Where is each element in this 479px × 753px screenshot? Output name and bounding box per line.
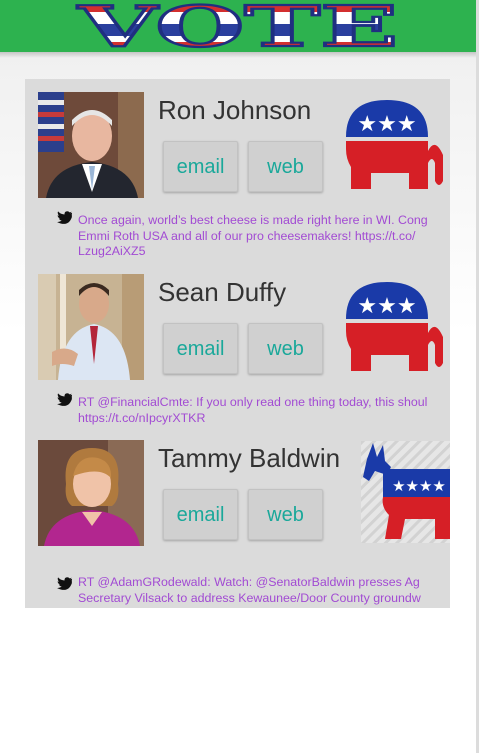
- app-bar: VOTE VOTE: [0, 0, 476, 58]
- rep-card-ron-johnson[interactable]: Ron Johnson email web ★★★ Once again, wo…: [25, 79, 450, 262]
- rep-name: Sean Duffy: [158, 277, 287, 307]
- latest-tweet[interactable]: RT @AdamGRodewald: Watch: @SenatorBaldwi…: [78, 575, 450, 608]
- latest-tweet[interactable]: RT @FinancialCmte: If you only read one …: [78, 395, 450, 426]
- web-button[interactable]: web: [248, 323, 323, 374]
- rep-photo: [38, 440, 144, 546]
- latest-tweet[interactable]: Once again, world’s best cheese is made …: [78, 213, 450, 260]
- democrat-donkey-icon: ★★★★: [361, 441, 450, 543]
- vote-logo: VOTE VOTE: [75, 0, 399, 52]
- svg-text:★★★: ★★★: [357, 112, 416, 137]
- rep-card-sean-duffy[interactable]: Sean Duffy email web ★★★ RT @FinancialCm…: [25, 261, 450, 427]
- rep-name: Tammy Baldwin: [158, 443, 341, 473]
- rep-card-tammy-baldwin[interactable]: Tammy Baldwin email web ★★★★ RT @AdamGRo…: [25, 427, 450, 608]
- twitter-bird-icon: [57, 393, 72, 406]
- web-button[interactable]: web: [248, 489, 323, 540]
- svg-text:VOTE: VOTE: [76, 0, 398, 52]
- rep-photo: [38, 274, 144, 380]
- svg-text:★★★★: ★★★★: [392, 477, 446, 495]
- email-button[interactable]: email: [163, 141, 238, 192]
- republican-elephant-icon: ★★★: [346, 282, 443, 371]
- rep-name: Ron Johnson: [158, 95, 312, 125]
- twitter-bird-icon: [57, 577, 72, 590]
- representatives-list[interactable]: Ron Johnson email web ★★★ Once again, wo…: [25, 79, 450, 608]
- web-button[interactable]: web: [248, 141, 323, 192]
- svg-text:★★★: ★★★: [357, 294, 416, 319]
- email-button[interactable]: email: [163, 489, 238, 540]
- rep-photo: [38, 92, 144, 198]
- email-button[interactable]: email: [163, 323, 238, 374]
- twitter-bird-icon: [57, 211, 72, 224]
- republican-elephant-icon: ★★★: [346, 100, 443, 189]
